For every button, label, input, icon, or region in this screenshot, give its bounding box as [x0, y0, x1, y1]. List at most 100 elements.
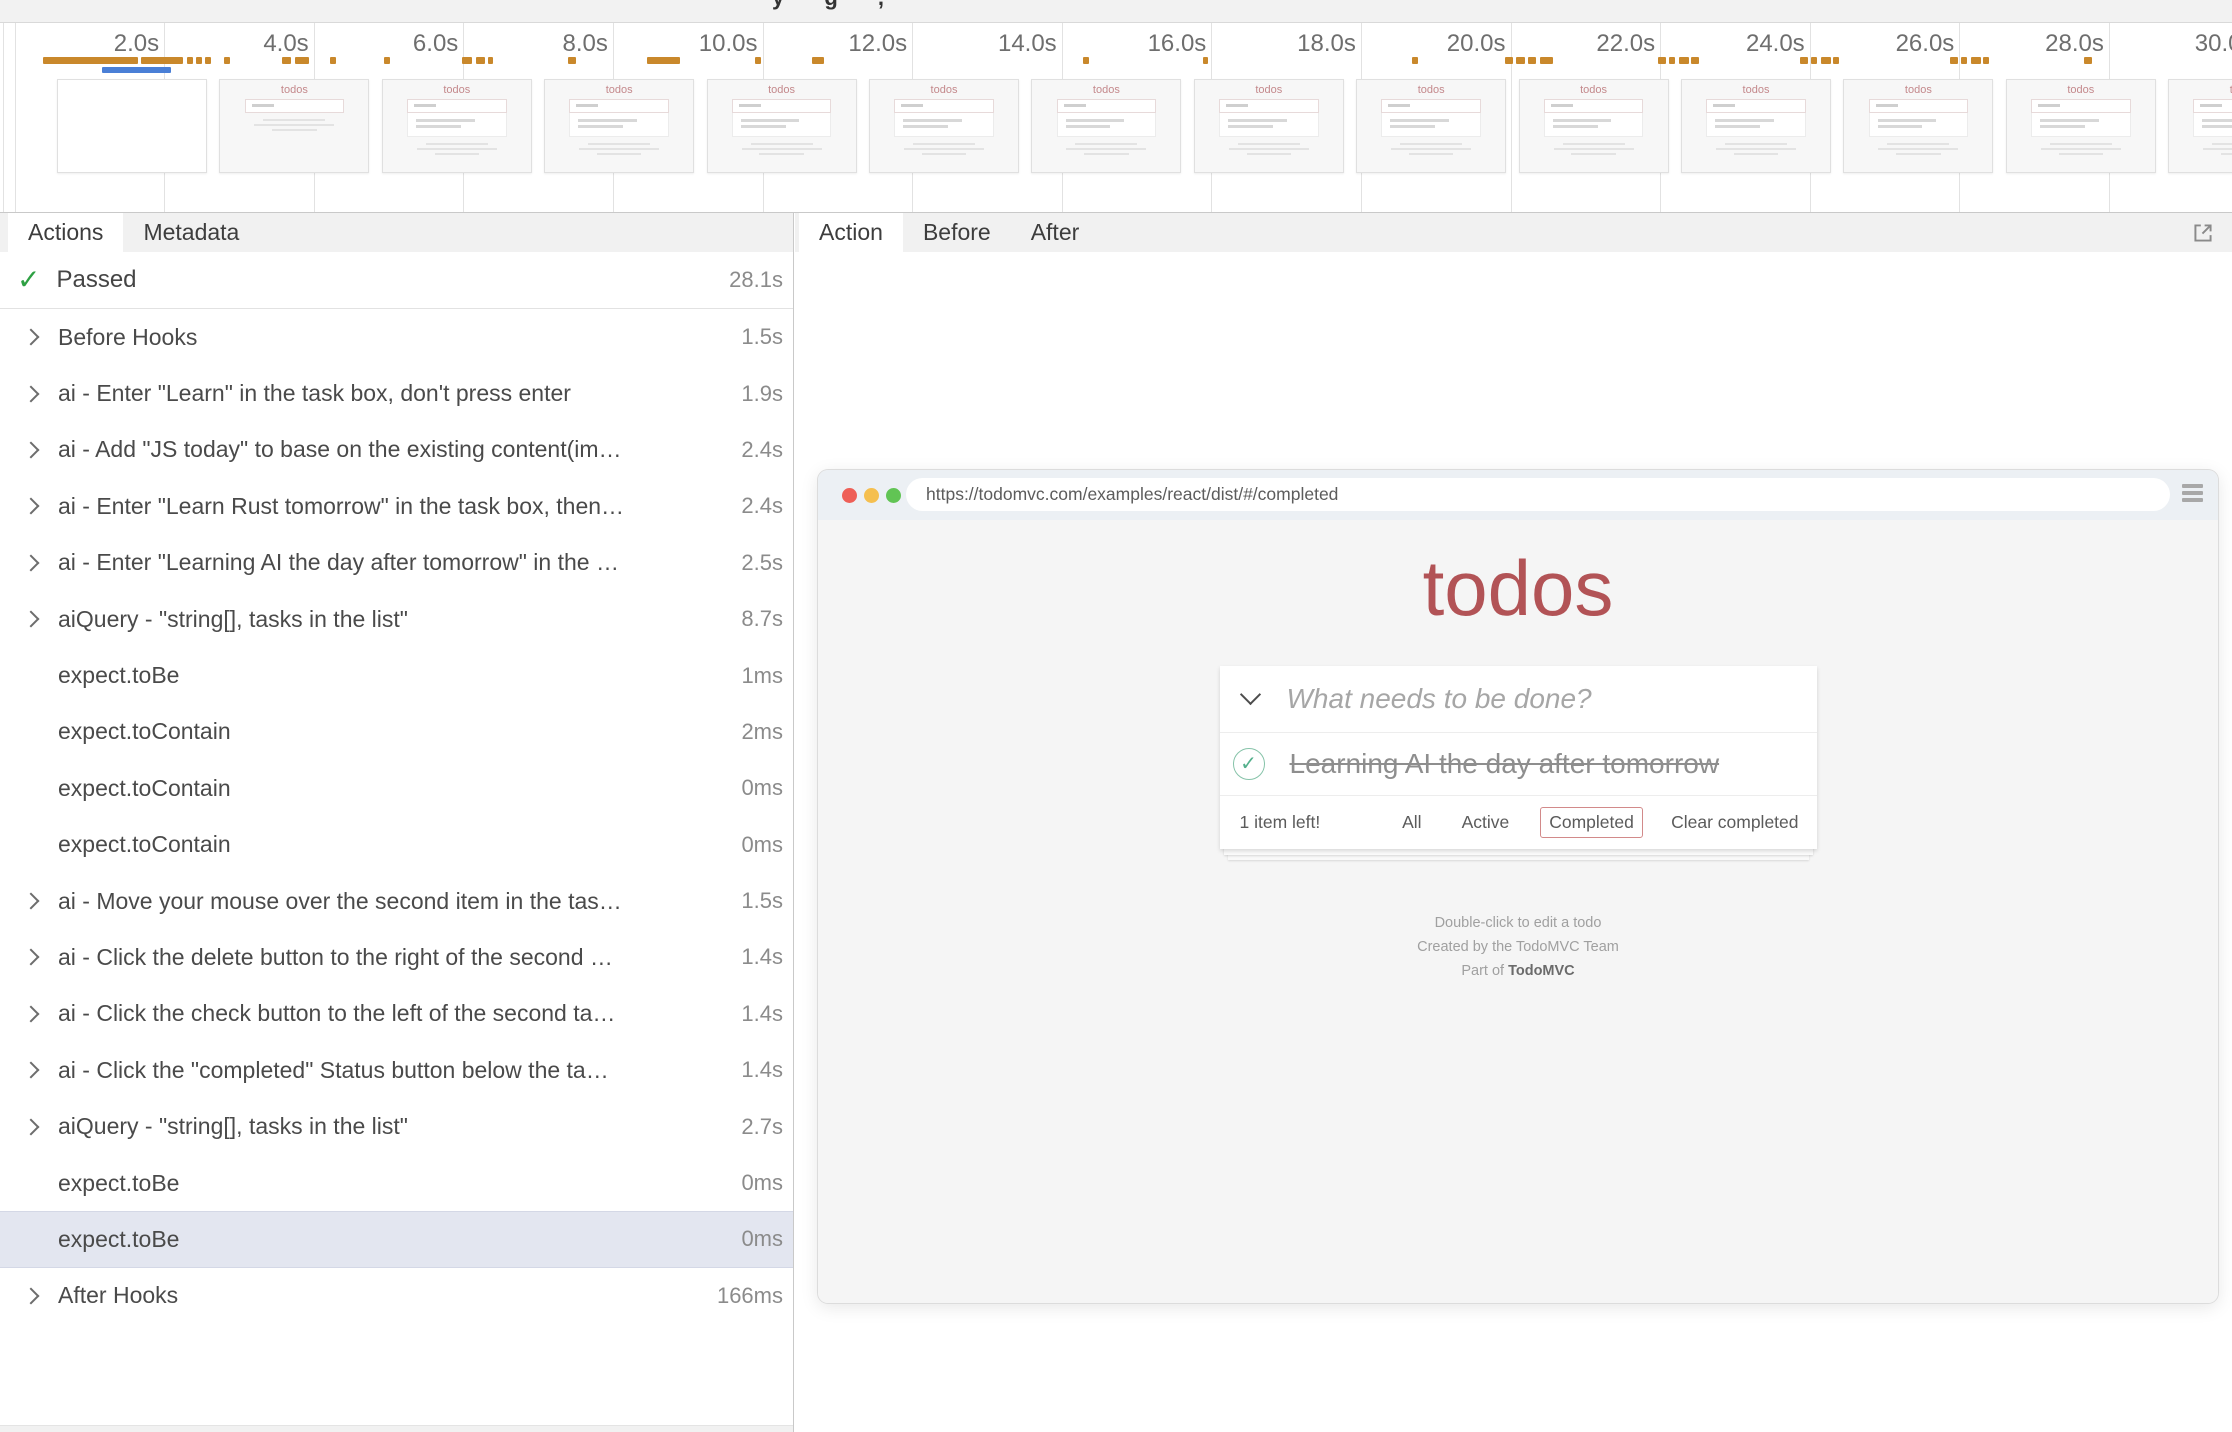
expand-chevron-icon[interactable] [23, 554, 40, 571]
timeline-action-bar[interactable] [1658, 57, 1666, 64]
action-row[interactable]: aiQuery - "string[], tasks in the list"2… [0, 1098, 793, 1154]
timeline-action-bar[interactable] [141, 57, 183, 64]
action-row[interactable]: ai - Click the "completed" Status button… [0, 1042, 793, 1098]
popout-icon[interactable] [2190, 220, 2216, 246]
timeline-action-bar[interactable] [187, 57, 193, 64]
todomvc-link[interactable]: TodoMVC [1508, 963, 1575, 979]
expand-chevron-icon[interactable] [23, 441, 40, 458]
filmstrip-thumbnail[interactable]: todos [1031, 79, 1181, 173]
timeline-action-bar[interactable] [43, 57, 138, 64]
tab-action[interactable]: Action [799, 213, 903, 252]
timeline-action-bar[interactable] [1505, 57, 1513, 64]
action-row[interactable]: expect.toBe1ms [0, 647, 793, 703]
expand-chevron-icon[interactable] [23, 329, 40, 346]
timeline-action-bar[interactable] [647, 57, 680, 64]
filmstrip-thumbnail[interactable]: todos [1843, 79, 1993, 173]
action-row[interactable]: After Hooks166ms [0, 1268, 793, 1324]
timeline-action-bar[interactable] [1971, 57, 1981, 64]
filmstrip-thumbnail[interactable]: todos [1681, 79, 1831, 173]
filmstrip-thumbnail[interactable]: todos [1519, 79, 1669, 173]
timeline-action-bar[interactable] [196, 57, 202, 64]
timeline-action-bar[interactable] [224, 57, 230, 64]
filmstrip-thumbnail[interactable] [57, 79, 207, 173]
filmstrip-thumbnail[interactable]: todos [707, 79, 857, 173]
todo-completed-check-icon[interactable]: ✓ [1233, 748, 1265, 780]
filmstrip-thumbnail[interactable]: todos [219, 79, 369, 173]
timeline-action-bar[interactable] [1983, 57, 1989, 64]
expand-chevron-icon[interactable] [23, 611, 40, 628]
expand-chevron-icon[interactable] [23, 1287, 40, 1304]
timeline-action-bar[interactable] [1811, 57, 1817, 64]
action-row[interactable]: ai - Enter "Learn" in the task box, don'… [0, 365, 793, 421]
timeline-action-bar[interactable] [476, 57, 485, 64]
timeline-filmstrip[interactable]: 2.0s4.0s6.0s8.0s10.0s12.0s14.0s16.0s18.0… [0, 23, 2232, 213]
filmstrip-thumbnail[interactable]: todos [2006, 79, 2156, 173]
timeline-action-bar[interactable] [1950, 57, 1958, 64]
address-bar[interactable]: https://todomvc.com/examples/react/dist/… [906, 478, 2170, 511]
action-row[interactable]: ai - Move your mouse over the second ite… [0, 873, 793, 929]
timeline-action-bar[interactable] [2084, 57, 2092, 64]
tab-metadata[interactable]: Metadata [123, 213, 259, 252]
expand-chevron-icon[interactable] [23, 949, 40, 966]
action-row[interactable]: expect.toBe0ms [0, 1155, 793, 1211]
filter-active[interactable]: Active [1453, 807, 1519, 838]
tab-before[interactable]: Before [903, 213, 1011, 252]
timeline-action-bar[interactable] [1961, 57, 1967, 64]
timeline-action-bar[interactable] [1083, 57, 1089, 64]
timeline-action-bar[interactable] [384, 57, 390, 64]
filmstrip-thumbnail[interactable]: todos [544, 79, 694, 173]
filmstrip-thumbnail[interactable]: todos [2168, 79, 2232, 173]
traffic-light-minimize-icon[interactable] [864, 488, 879, 503]
action-row[interactable]: ai - Click the check button to the left … [0, 986, 793, 1042]
filter-all[interactable]: All [1393, 807, 1430, 838]
timeline-action-bar[interactable] [1800, 57, 1808, 64]
traffic-light-close-icon[interactable] [842, 488, 857, 503]
action-row[interactable]: ai - Enter "Learn Rust tomorrow" in the … [0, 478, 793, 534]
timeline-action-bar[interactable] [205, 57, 211, 64]
timeline-action-bar[interactable] [282, 57, 291, 64]
timeline-action-bar[interactable] [1528, 57, 1536, 64]
action-row[interactable]: expect.toContain2ms [0, 704, 793, 760]
timeline-action-bar[interactable] [488, 57, 493, 64]
timeline-action-bar[interactable] [1669, 57, 1675, 64]
filmstrip-thumbnail[interactable]: todos [382, 79, 532, 173]
action-row[interactable]: ai - Enter "Learning AI the day after to… [0, 535, 793, 591]
expand-chevron-icon[interactable] [23, 498, 40, 515]
expand-chevron-icon[interactable] [23, 893, 40, 910]
timeline-action-bar[interactable] [330, 57, 336, 64]
action-row[interactable]: expect.toContain0ms [0, 760, 793, 816]
action-row[interactable]: aiQuery - "string[], tasks in the list"8… [0, 591, 793, 647]
timeline-navigation-bar[interactable] [102, 67, 171, 73]
filter-completed[interactable]: Completed [1540, 807, 1643, 838]
expand-chevron-icon[interactable] [23, 1118, 40, 1135]
tab-after[interactable]: After [1011, 213, 1100, 252]
timeline-action-bar[interactable] [1412, 57, 1418, 64]
filmstrip-thumbnail[interactable]: todos [1194, 79, 1344, 173]
timeline-action-bar[interactable] [1679, 57, 1689, 64]
action-row[interactable]: Before Hooks1.5s [0, 309, 793, 365]
timeline-action-bar[interactable] [1821, 57, 1831, 64]
traffic-light-zoom-icon[interactable] [886, 488, 901, 503]
timeline-action-bar[interactable] [812, 57, 824, 64]
test-status-row[interactable]: ✓ Passed 28.1s [0, 252, 793, 309]
action-row[interactable]: ai - Click the delete button to the righ… [0, 929, 793, 985]
expand-chevron-icon[interactable] [23, 1005, 40, 1022]
timeline-action-bar[interactable] [568, 57, 576, 64]
new-todo-row[interactable]: What needs to be done? [1220, 666, 1817, 733]
timeline-action-bar[interactable] [295, 57, 309, 64]
timeline-action-bar[interactable] [1691, 57, 1699, 64]
timeline-action-bar[interactable] [1203, 57, 1208, 64]
expand-chevron-icon[interactable] [23, 385, 40, 402]
toggle-all-chevron-icon[interactable] [1239, 684, 1260, 705]
todo-item[interactable]: ✓ Learning AI the day after tomorrow [1220, 733, 1817, 796]
timeline-action-bar[interactable] [1540, 57, 1553, 64]
filmstrip-thumbnail[interactable]: todos [1356, 79, 1506, 173]
action-row[interactable]: expect.toContain0ms [0, 817, 793, 873]
tab-actions[interactable]: Actions [8, 213, 123, 252]
filmstrip-thumbnail[interactable]: todos [869, 79, 1019, 173]
timeline-action-bar[interactable] [1516, 57, 1525, 64]
clear-completed-button[interactable]: Clear completed [1671, 812, 1798, 833]
timeline-action-bar[interactable] [755, 57, 761, 64]
timeline-action-bar[interactable] [1833, 57, 1839, 64]
action-row[interactable]: expect.toBe0ms [0, 1211, 793, 1267]
